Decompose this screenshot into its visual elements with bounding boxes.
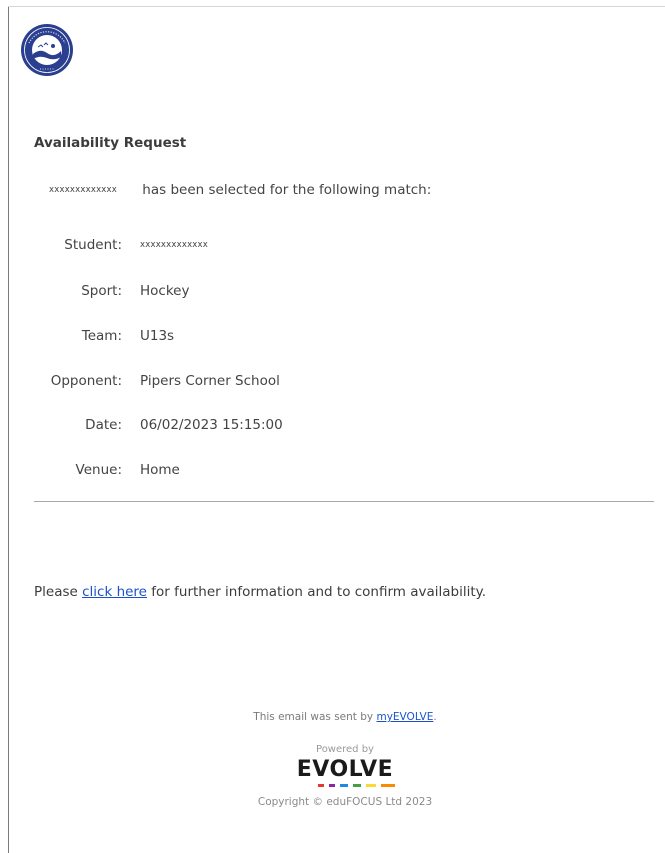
confirm-availability-paragraph: Please click here for further informatio… [34,584,486,600]
detail-label: Student: [64,237,122,253]
detail-value-masked: xxxxxxxxxxxxx [140,240,208,250]
selection-intro: xxxxxxxxxxxxx has been selected for the … [34,182,431,198]
detail-label: Date: [85,417,122,433]
cta-suffix: for further information and to confirm a… [151,584,487,600]
sent-by-prefix: This email was sent by [253,711,374,723]
brand-color-dash [366,784,376,787]
click-here-link[interactable]: click here [82,584,147,600]
detail-value: U13s [140,328,175,344]
myevolve-link[interactable]: myEVOLVE [376,711,433,723]
brand-color-dash [340,784,348,787]
copyright-notice: Copyright © eduFOCUS Ltd 2023 [257,796,433,808]
school-crest-logo [21,24,73,76]
student-name-masked: xxxxxxxxxxxxx [49,185,117,195]
detail-label: Opponent: [50,373,122,389]
detail-value: Pipers Corner School [140,373,280,389]
brand-color-dash [318,784,324,787]
detail-value: Hockey [140,283,190,299]
section-divider [34,501,654,502]
sent-by-notice: This email was sent by myEVOLVE. [0,711,665,723]
detail-label: Sport: [81,283,122,299]
detail-value: 06/02/2023 15:15:00 [140,417,283,433]
brand-color-dash [381,784,395,787]
selection-intro-text: has been selected for the following matc… [142,182,432,198]
email-heading: Availability Request [34,135,187,151]
detail-label: Venue: [75,462,122,478]
detail-label: Team: [81,328,122,344]
evolve-brand-color-dots [318,784,395,788]
powered-by-label: Powered by [316,744,374,755]
email-frame-top-border [8,6,665,7]
brand-color-dash [329,784,335,787]
evolve-brand-logo: EVOLVE [296,757,394,782]
cta-prefix: Please [34,584,78,600]
sent-by-suffix: . [433,711,437,723]
detail-value: Home [140,462,180,478]
brand-color-dash [353,784,361,787]
